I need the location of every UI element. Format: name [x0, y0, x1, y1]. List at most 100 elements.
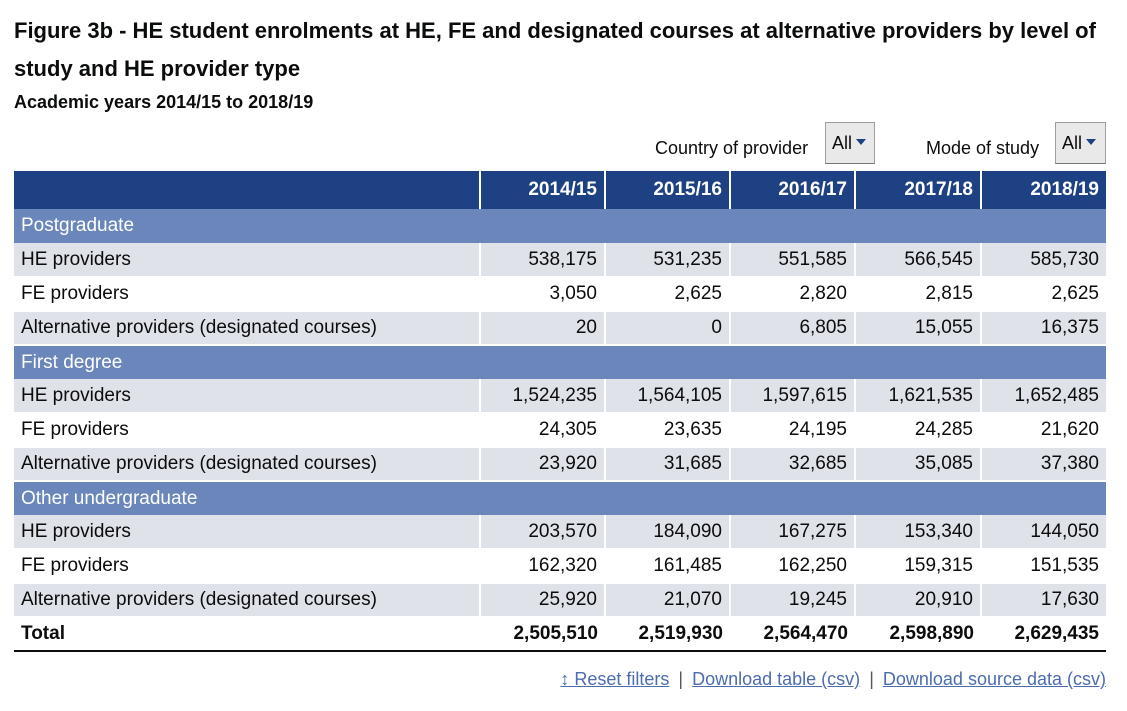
table-cell: 2,815 [855, 277, 982, 312]
table-cell: 15,055 [855, 311, 982, 346]
table-cell: 151,535 [981, 549, 1106, 584]
table-row: Alternative providers (designated course… [14, 447, 1106, 482]
row-label: HE providers [14, 379, 481, 414]
table-cell: 21,620 [981, 413, 1106, 448]
table-cell: 162,320 [480, 549, 606, 584]
table-cell: 21,070 [605, 583, 731, 618]
table-cell: 153,340 [855, 515, 982, 550]
row-label: Alternative providers (designated course… [14, 583, 481, 618]
table-cell: 184,090 [605, 515, 731, 550]
table-cell: 20,910 [855, 583, 982, 618]
table-cell: 1,652,485 [981, 379, 1106, 414]
total-cell: 2,505,510 [480, 616, 605, 652]
table-cell: 531,235 [605, 243, 731, 278]
row-label: FE providers [14, 413, 481, 448]
table-cell: 0 [605, 311, 731, 346]
table-cell: 31,685 [605, 447, 731, 482]
total-cell: 2,629,435 [981, 616, 1106, 652]
section-row: Other undergraduate [14, 481, 1106, 515]
footer-links: ↕ Reset filters | Download table (csv) |… [560, 669, 1106, 690]
table-row: HE providers 538,175 531,235 551,585 566… [14, 243, 1106, 278]
row-label: Alternative providers (designated course… [14, 311, 481, 346]
country-filter-dropdown[interactable]: All [825, 122, 875, 164]
download-source-data-link[interactable]: Download source data (csv) [883, 669, 1106, 689]
table-cell: 1,524,235 [480, 379, 606, 414]
total-cell: 2,519,930 [605, 616, 730, 652]
table-row: Alternative providers (designated course… [14, 583, 1106, 618]
link-separator: | [869, 669, 874, 689]
table-cell: 20 [480, 311, 606, 346]
table-cell: 35,085 [855, 447, 982, 482]
link-separator: | [678, 669, 684, 689]
table-row: FE providers 162,320 161,485 162,250 159… [14, 549, 1106, 584]
country-filter-value: All [832, 133, 853, 153]
table-cell: 32,685 [730, 447, 856, 482]
mode-filter-label: Mode of study [926, 138, 1040, 158]
table-cell: 162,250 [730, 549, 856, 584]
table-cell: 585,730 [981, 243, 1106, 278]
table-cell: 23,635 [605, 413, 731, 448]
reset-filters-link[interactable]: ↕ Reset filters [560, 669, 669, 689]
table-cell: 17,630 [981, 583, 1106, 618]
row-label: HE providers [14, 515, 481, 550]
caret-down-icon [1086, 139, 1097, 145]
header-corner [14, 171, 481, 209]
column-header: 2014/15 [480, 171, 606, 209]
table-cell: 538,175 [480, 243, 606, 278]
table-cell: 3,050 [480, 277, 606, 312]
table-cell: 37,380 [981, 447, 1106, 482]
table-cell: 2,625 [981, 277, 1106, 312]
table-row: FE providers 24,305 23,635 24,195 24,285… [14, 413, 1106, 448]
column-header: 2017/18 [855, 171, 982, 209]
table-header-row: 2014/15 2015/16 2016/17 2017/18 2018/19 [14, 171, 1106, 209]
total-cell: 2,564,470 [730, 616, 855, 652]
total-label: Total [14, 616, 480, 652]
table-cell: 1,597,615 [730, 379, 856, 414]
table-cell: 159,315 [855, 549, 982, 584]
table-cell: 566,545 [855, 243, 982, 278]
download-table-link[interactable]: Download table (csv) [692, 669, 860, 689]
table-cell: 1,621,535 [855, 379, 982, 414]
table-cell: 19,245 [730, 583, 856, 618]
total-cell: 2,598,890 [855, 616, 981, 652]
figure-title: Figure 3b - HE student enrolments at HE,… [14, 18, 1096, 81]
table-cell: 2,820 [730, 277, 856, 312]
table-cell: 144,050 [981, 515, 1106, 550]
column-header: 2018/19 [981, 171, 1106, 209]
table-cell: 167,275 [730, 515, 856, 550]
column-header: 2016/17 [730, 171, 856, 209]
caret-down-icon [856, 139, 867, 145]
table-row: FE providers 3,050 2,625 2,820 2,815 2,6… [14, 277, 1106, 312]
section-row: First degree [14, 345, 1106, 379]
figure-subtitle: Academic years 2014/15 to 2018/19 [14, 92, 314, 112]
table-cell: 1,564,105 [605, 379, 731, 414]
row-label: FE providers [14, 277, 481, 312]
table-row: HE providers 203,570 184,090 167,275 153… [14, 515, 1106, 550]
table-cell: 2,625 [605, 277, 731, 312]
table-cell: 551,585 [730, 243, 856, 278]
table-cell: 16,375 [981, 311, 1106, 346]
section-label: Postgraduate [14, 209, 1106, 243]
table-cell: 203,570 [480, 515, 606, 550]
table-cell: 24,285 [855, 413, 982, 448]
table-cell: 23,920 [480, 447, 606, 482]
table-row: HE providers 1,524,235 1,564,105 1,597,6… [14, 379, 1106, 414]
table-cell: 25,920 [480, 583, 606, 618]
table-cell: 161,485 [605, 549, 731, 584]
row-label: FE providers [14, 549, 481, 584]
enrolments-table: 2014/15 2015/16 2016/17 2017/18 2018/19 … [14, 171, 1106, 652]
column-header: 2015/16 [605, 171, 731, 209]
country-filter-label: Country of provider [655, 138, 809, 158]
table-cell: 24,195 [730, 413, 856, 448]
row-label: Alternative providers (designated course… [14, 447, 481, 482]
section-row: Postgraduate [14, 209, 1106, 243]
table-cell: 24,305 [480, 413, 606, 448]
section-label: Other undergraduate [14, 481, 1106, 515]
table-cell: 6,805 [730, 311, 856, 346]
mode-filter-dropdown[interactable]: All [1055, 122, 1106, 164]
row-label: HE providers [14, 243, 481, 278]
table-row: Alternative providers (designated course… [14, 311, 1106, 346]
mode-filter-value: All [1062, 133, 1083, 153]
total-row: Total 2,505,510 2,519,930 2,564,470 2,59… [14, 616, 1106, 652]
section-label: First degree [14, 345, 1106, 379]
